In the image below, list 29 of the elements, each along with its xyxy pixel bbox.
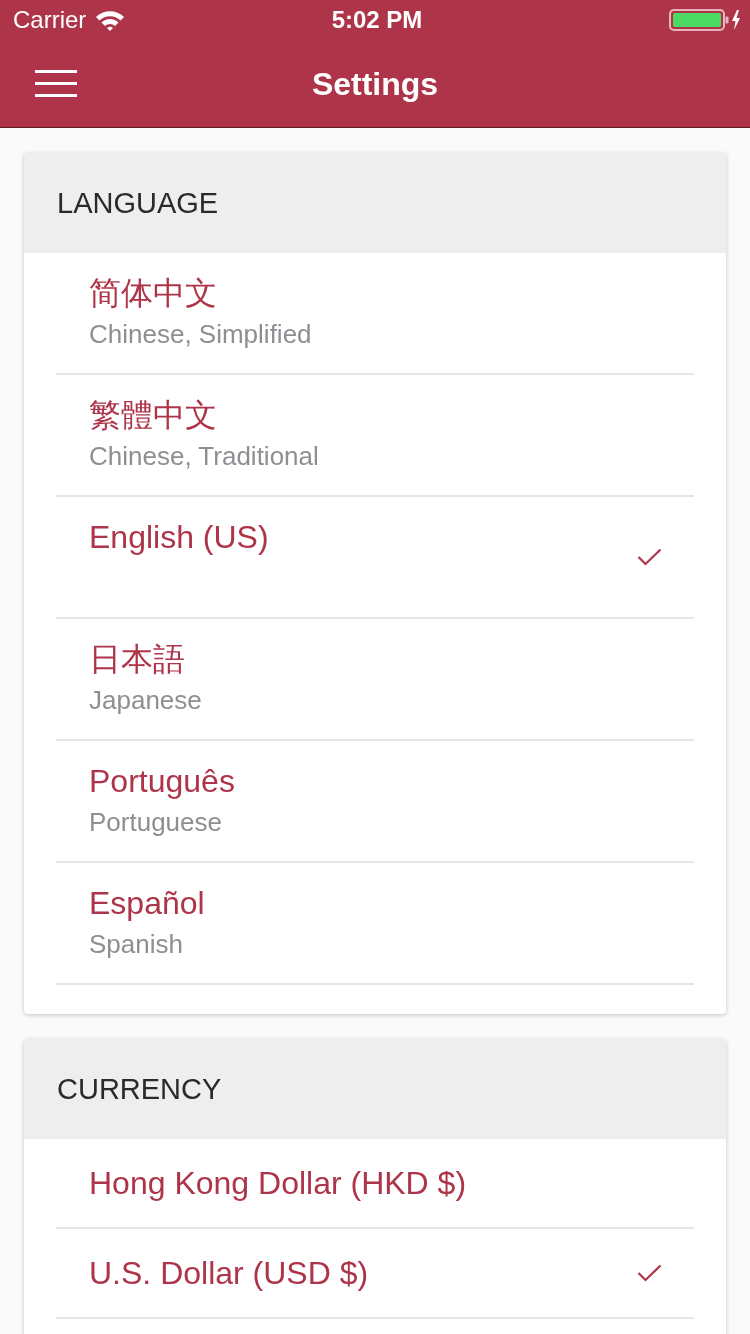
option-row[interactable]: Español Spanish [56,863,694,985]
option-label: U.S. Dollar (USD $) [89,1254,369,1293]
section-header: LANGUAGE [24,153,726,253]
option-label: 简体中文 [89,274,218,313]
option-row[interactable]: English (US) [56,497,694,619]
option-sublabel: Portuguese [89,806,223,839]
battery-icon [669,9,741,31]
page-title: Settings [311,64,439,104]
option-row[interactable]: U.S. Dollar (USD $) [56,1229,694,1319]
option-label: 繁體中文 [89,396,218,435]
option-row[interactable]: 繁體中文 Chinese, Traditional [56,375,694,497]
option-row[interactable]: Hong Kong Dollar (HKD $) [56,1139,694,1229]
option-sublabel: Chinese, Traditional [89,440,319,473]
option-label: Português [89,762,235,801]
option-label: Español [89,884,205,923]
option-row[interactable]: Português Portuguese [56,741,694,863]
option-row[interactable]: 日本語 Japanese [56,619,694,741]
option-label: 日本語 [89,640,186,679]
section-header: CURRENCY [24,1039,726,1139]
option-sublabel: Chinese, Simplified [89,318,312,351]
option-sublabel: Japanese [89,684,202,717]
wifi-icon [95,9,126,31]
option-label: English (US) [89,518,269,557]
option-label: Hong Kong Dollar (HKD $) [89,1164,467,1203]
menu-icon [35,70,77,97]
option-sublabel: Spanish [89,928,184,961]
status-time: 5:02 PM [331,6,423,34]
option-row[interactable]: 简体中文 Chinese, Simplified [56,253,694,375]
carrier-label: Carrier [13,6,87,34]
